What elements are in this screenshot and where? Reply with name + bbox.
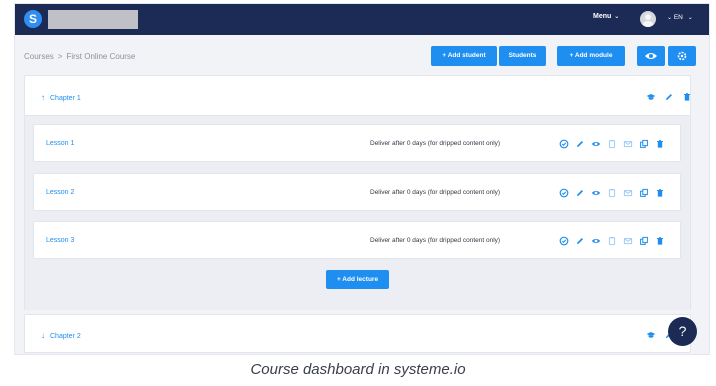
eye-icon[interactable] [591,188,601,198]
lesson-row: Lesson 2 Deliver after 0 days (for dripp… [33,173,681,211]
trash-icon[interactable] [655,188,665,198]
pencil-icon[interactable] [664,92,674,102]
graduation-cap-icon[interactable] [646,92,656,102]
systeme-logo[interactable]: S [24,10,42,28]
chevron-down-icon: ⌄ [667,15,673,21]
app-window: S Menu ⌄ ⌄ EN ⌄ Courses > First Online Cour… [14,3,710,355]
pencil-icon[interactable] [575,188,585,198]
add-lecture-button[interactable]: + Add lecture [326,270,389,289]
lesson-actions [559,188,665,198]
preview-button[interactable] [637,46,665,66]
lesson-delivery-text: Deliver after 0 days (for dripped conten… [370,237,501,244]
redacted-account-name [48,10,138,29]
eye-icon[interactable] [591,236,601,246]
chapter-card: ↑ Chapter 1 [24,75,691,116]
settings-button[interactable] [668,46,696,66]
image-caption: Course dashboard in systeme.io [250,361,466,378]
help-button[interactable]: ? [668,317,697,346]
check-circle-icon[interactable] [559,139,569,149]
language-label: EN [673,14,683,21]
lesson-actions [559,236,665,246]
eye-icon[interactable] [591,139,601,149]
copy-icon[interactable] [639,236,649,246]
lesson-row: Lesson 3 Deliver after 0 days (for dripp… [33,221,681,259]
avatar[interactable] [640,11,656,27]
lesson-delivery-text: Deliver after 0 days (for dripped conten… [370,140,501,147]
breadcrumb-current: First Online Course [66,52,136,61]
add-module-button[interactable]: + Add module [557,46,625,66]
arrow-up-icon[interactable]: ↑ [41,93,45,102]
chapter-card: ↓ Chapter 2 [24,314,691,353]
clipboard-icon[interactable] [607,236,617,246]
clipboard-icon[interactable] [607,139,617,149]
chapter-title[interactable]: ↑ Chapter 1 [41,93,81,102]
chapter-actions [646,92,692,102]
chapter-title[interactable]: ↓ Chapter 2 [41,331,81,340]
trash-icon[interactable] [655,236,665,246]
arrow-down-icon[interactable]: ↓ [41,331,45,340]
lesson-row: Lesson 1 Deliver after 0 days (for dripp… [33,124,681,162]
breadcrumb-separator: > [57,52,63,61]
lesson-name[interactable]: Lesson 3 [46,237,74,244]
gear-icon [677,51,687,61]
check-circle-icon[interactable] [559,236,569,246]
trash-icon[interactable] [682,92,692,102]
envelope-icon[interactable] [623,188,633,198]
envelope-icon[interactable] [623,139,633,149]
chevron-down-icon: ⌄ [687,15,693,21]
chevron-down-icon: ⌄ [614,14,620,20]
envelope-icon[interactable] [623,236,633,246]
lesson-actions [559,139,665,149]
menu-dropdown[interactable]: Menu ⌄ [593,13,619,20]
graduation-cap-icon[interactable] [646,330,656,340]
language-dropdown[interactable]: ⌄ EN ⌄ [664,14,693,21]
add-student-button[interactable]: + Add student [431,46,497,66]
chapter-title-label: Chapter 2 [50,333,81,340]
lesson-name[interactable]: Lesson 2 [46,189,74,196]
eye-icon [645,53,657,59]
trash-icon[interactable] [655,139,665,149]
students-button[interactable]: Students [499,46,546,66]
copy-icon[interactable] [639,188,649,198]
breadcrumb-courses-link[interactable]: Courses [24,52,54,61]
lesson-name[interactable]: Lesson 1 [46,140,74,147]
lesson-delivery-text: Deliver after 0 days (for dripped conten… [370,189,501,196]
clipboard-icon[interactable] [607,188,617,198]
breadcrumb: Courses > First Online Course [24,52,135,61]
check-circle-icon[interactable] [559,188,569,198]
top-navbar: S Menu ⌄ ⌄ EN ⌄ [15,4,709,35]
pencil-icon[interactable] [575,236,585,246]
pencil-icon[interactable] [575,139,585,149]
chapter-title-label: Chapter 1 [50,95,81,102]
menu-label: Menu [593,13,612,20]
copy-icon[interactable] [639,139,649,149]
